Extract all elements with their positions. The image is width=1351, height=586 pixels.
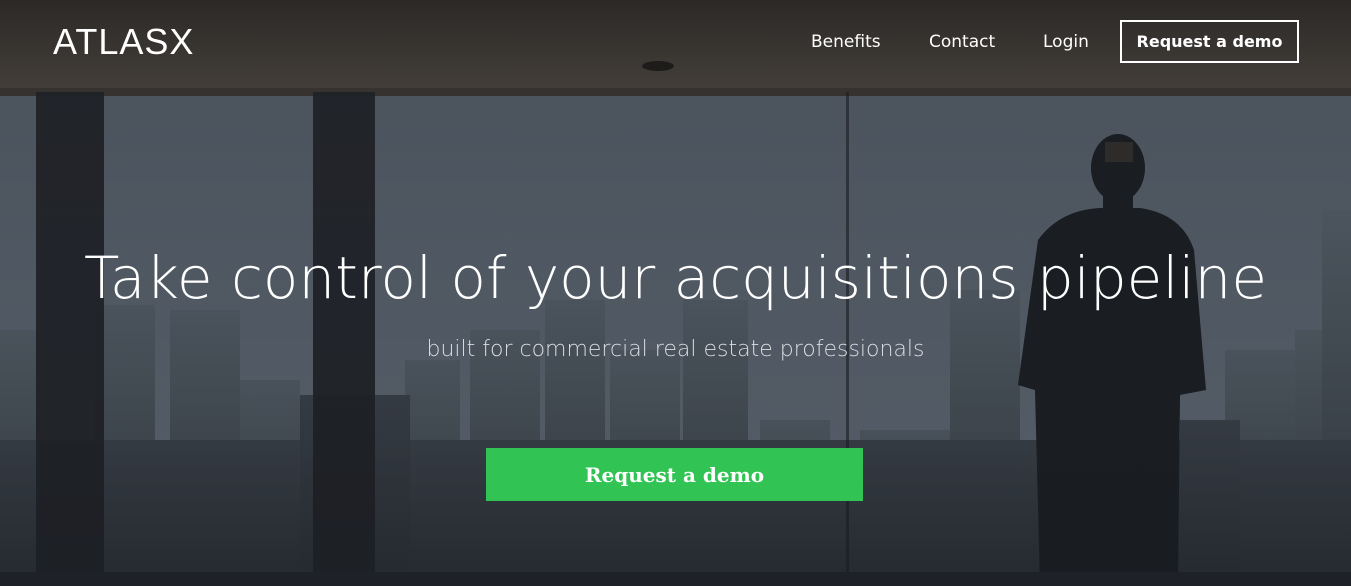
nav-link-benefits[interactable]: Benefits <box>811 30 881 54</box>
atlasx-logo[interactable]: ATLASX <box>53 22 194 62</box>
nav-link-login[interactable]: Login <box>1043 30 1089 54</box>
nav-link-contact[interactable]: Contact <box>929 30 995 54</box>
hero-headline: Take control of your acquisitions pipeli… <box>84 244 1267 312</box>
nav-request-demo-button[interactable]: Request a demo <box>1120 20 1299 63</box>
top-navbar: ATLASX Benefits Contact Login Request a … <box>0 0 1351 84</box>
hero-subheadline: built for commercial real estate profess… <box>426 337 925 362</box>
hero-request-demo-button[interactable]: Request a demo <box>486 448 863 501</box>
